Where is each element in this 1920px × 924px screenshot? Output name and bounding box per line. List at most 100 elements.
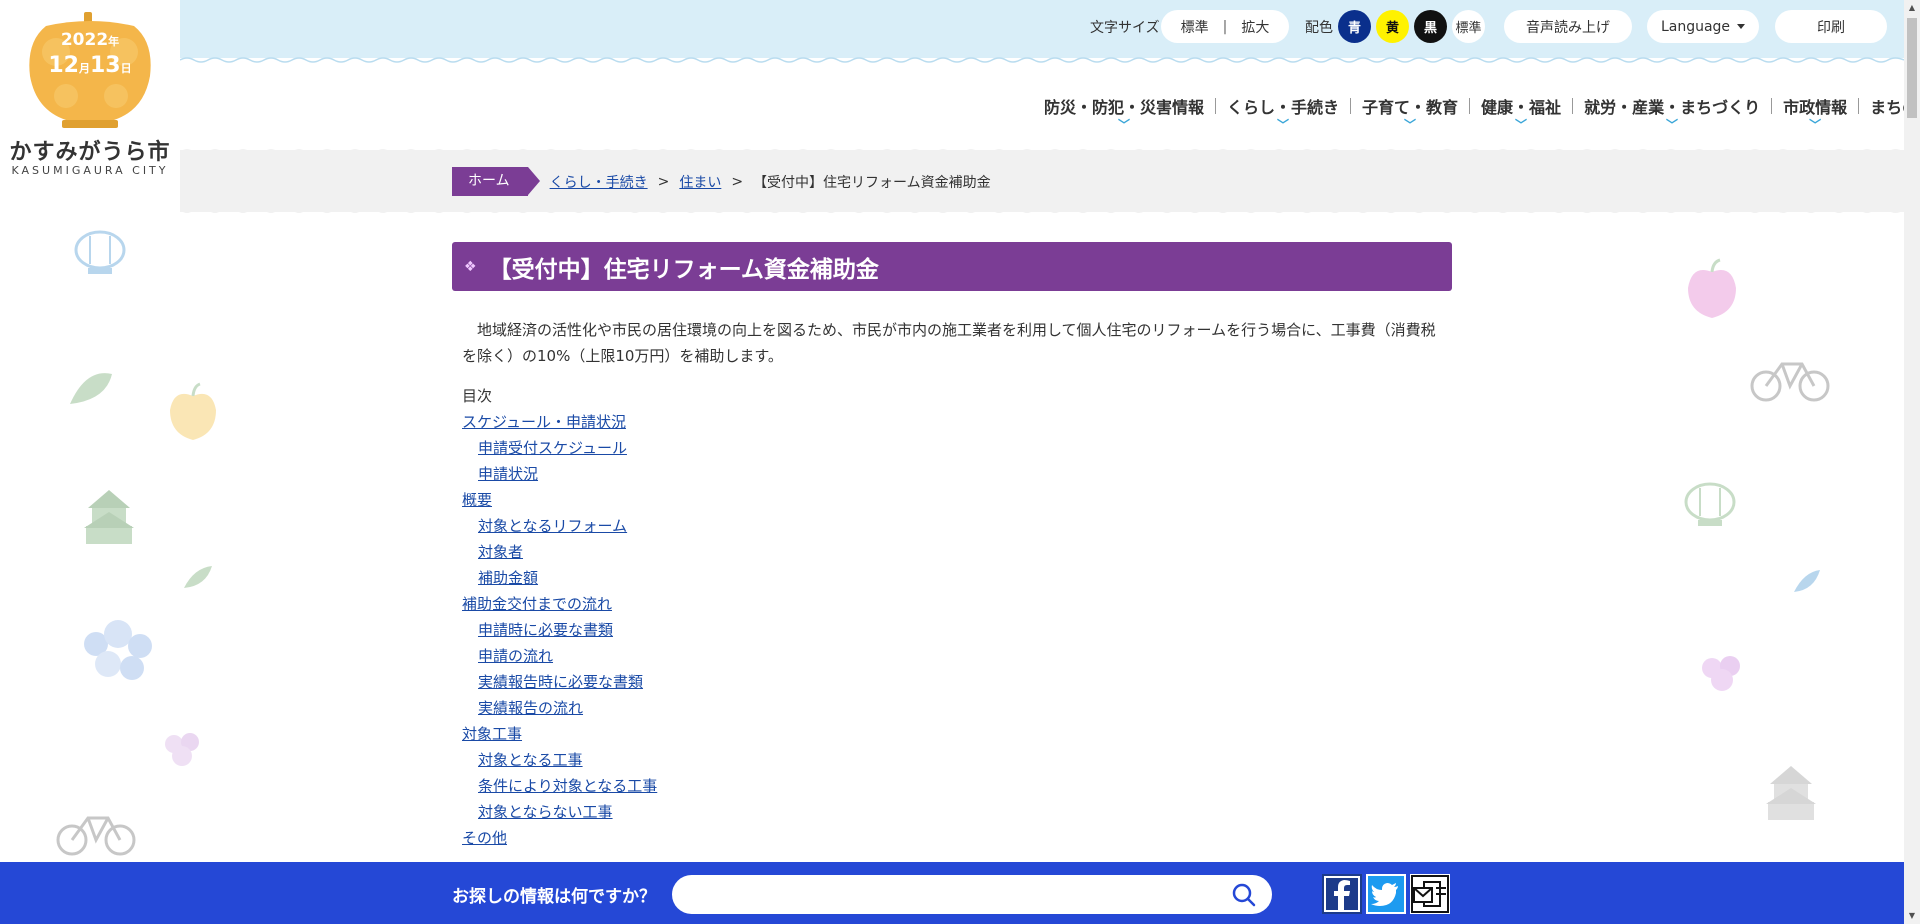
city-name-romaji: KASUMIGAURA CITY [11,164,169,177]
utility-bar-wave [180,52,1904,63]
color-scheme-label: 配色 [1305,20,1333,36]
toc-link[interactable]: 概要 [462,491,492,509]
hydrangea-illustration-icon [84,620,152,680]
breadcrumb-separator: > [657,173,670,190]
search-input[interactable] [672,875,1272,914]
toc-item: スケジュール・申請状況 [462,409,1452,435]
lead-paragraph: 地域経済の活性化や市民の居住環境の向上を図るため、市民が市内の施工業者を利用して… [462,321,1436,365]
apple-pink-illustration-icon [1688,258,1736,318]
mail-icon[interactable] [1410,874,1450,914]
toc-link[interactable]: 申請受付スケジュール [478,439,627,457]
toc-link[interactable]: 補助金交付までの流れ [462,595,612,613]
toc-link[interactable]: 補助金額 [478,569,538,587]
toc-item: その他 [462,825,1452,851]
language-button[interactable]: Language [1647,10,1759,43]
font-size-label: 文字サイズ [1090,20,1160,36]
bicycle-illustration-icon [56,816,136,856]
toc-link[interactable]: 条件により対象となる工事 [478,777,657,795]
logo-year-suffix: 年 [108,35,120,48]
toc-link[interactable]: 対象者 [478,543,523,561]
breadcrumb-wave-top [180,149,1904,156]
toc-link[interactable]: 対象工事 [462,725,522,743]
chevron-down-icon: ﹀ [1117,118,1131,132]
toc-item: 実績報告の流れ [462,695,1452,721]
scroll-down-icon[interactable]: ▼ [1904,908,1920,924]
breadcrumb-home[interactable]: ホーム [452,167,540,196]
breadcrumb-level1[interactable]: くらし・手続き [550,172,648,192]
nav-health-label: 健康・福祉 [1481,98,1562,117]
color-blue-button[interactable]: 青 [1338,10,1371,43]
toc-link[interactable]: その他 [462,829,507,847]
search-icon[interactable] [1230,881,1258,909]
leaf-illustration-icon [70,373,112,404]
toc-link[interactable]: 対象となるリフォーム [478,517,627,535]
toc-list: スケジュール・申請状況申請受付スケジュール 申請状況概要対象となるリフォーム 対象者… [462,409,1452,851]
flower-right-illustration-icon [1702,656,1740,691]
lantern-illustration-icon [74,230,126,274]
toc-item: 概要 [462,487,1452,513]
logo-day: 13 [90,53,121,78]
castle-right-illustration-icon [1766,766,1816,820]
print-button[interactable]: 印刷 [1775,10,1887,43]
speech-button[interactable]: 音声読み上げ [1504,10,1632,43]
toc-link[interactable]: 実績報告の流れ [478,699,583,717]
apple-illustration-icon [170,382,216,440]
toc-item: 対象工事 [462,721,1452,747]
color-yellow-button[interactable]: 黄 [1376,10,1409,43]
toc-link[interactable]: 実績報告時に必要な書類 [478,673,643,691]
nav-health[interactable]: 健康・福祉 ﹀ [1470,94,1572,132]
breadcrumb-separator: > [731,173,744,190]
toc-item: 実績報告時に必要な書類 [462,669,1452,695]
site-logo[interactable]: 2022年 12月13日 かすみがうら市 KASUMIGAURA CITY [0,0,180,190]
page-title: ❖ 【受付中】住宅リフォーム資金補助金 [452,242,1452,291]
logo-day-suffix: 日 [120,62,132,75]
toc-link[interactable]: 申請時に必要な書類 [478,621,613,639]
nav-living-label: くらし・手続き [1227,98,1340,117]
bicycle-right-illustration-icon [1750,362,1830,402]
nav-industry[interactable]: 就労・産業・まちづくり ﹀ [1573,94,1771,132]
main-content: ❖ 【受付中】住宅リフォーム資金補助金 地域経済の活性化や市民の居住環境の向上を… [452,242,1452,851]
nav-disaster[interactable]: 防災・防犯・災害情報 ﹀ [1033,94,1215,132]
twitter-icon[interactable] [1366,874,1406,914]
breadcrumb-level2[interactable]: 住まい [679,172,721,192]
font-size-standard-button[interactable]: 標準 [1181,17,1209,37]
color-standard-button[interactable]: 標準 [1452,10,1485,43]
toc-item: 申請状況 [462,461,1452,487]
nav-childcare[interactable]: 子育て・教育 ﹀ [1351,94,1469,132]
castle-illustration-icon [84,490,134,544]
caret-down-icon [1737,24,1746,29]
chevron-down-icon: ﹀ [1404,118,1417,132]
nav-industry-label: 就労・産業・まちづくり [1584,98,1761,117]
breadcrumb-current: 【受付中】住宅リフォーム資金補助金 [753,174,991,191]
toc-item: 申請の流れ [462,643,1452,669]
toc-link[interactable]: 対象となる工事 [478,751,583,769]
nav-living[interactable]: くらし・手続き ﹀ [1216,94,1350,132]
city-name: かすみがうら市 [9,140,171,165]
logo-month-suffix: 月 [79,62,90,75]
color-black-button[interactable]: 黒 [1414,10,1447,43]
font-size-switcher: 標準 | 拡大 [1161,10,1289,43]
breadcrumb-wave-bottom [180,206,1904,213]
toc-link[interactable]: 申請の流れ [478,647,553,665]
toc-item: 対象とならない工事 [462,799,1452,825]
toc-item: 対象となる工事 [462,747,1452,773]
search-prompt: お探しの情報は何ですか？ [452,887,656,907]
toc-item: 申請時に必要な書類 [462,617,1452,643]
logo-date: 2022年 12月13日 [26,30,154,83]
toc-heading: 目次 [462,387,493,405]
toc-link[interactable]: 対象とならない工事 [478,803,613,821]
scroll-up-icon[interactable]: ▲ [1904,0,1920,16]
flower-illustration-icon [165,733,199,766]
page-scrollbar[interactable] [1904,0,1920,924]
toc-link[interactable]: スケジュール・申請状況 [462,413,626,431]
toc-item: 条件により対象となる工事 [462,773,1452,799]
toc-link[interactable]: 申請状況 [478,465,538,483]
font-size-large-button[interactable]: 拡大 [1241,17,1269,37]
scrollbar-thumb[interactable] [1907,18,1917,118]
toc-item: 補助金額 [462,565,1452,591]
chevron-down-icon: ﹀ [1666,118,1679,132]
page-title-text: 【受付中】住宅リフォーム資金補助金 [488,256,879,283]
nav-city-info[interactable]: 市政情報 ﹀ [1772,94,1858,132]
facebook-icon[interactable] [1322,874,1362,914]
chevron-down-icon: ﹀ [1515,118,1528,132]
